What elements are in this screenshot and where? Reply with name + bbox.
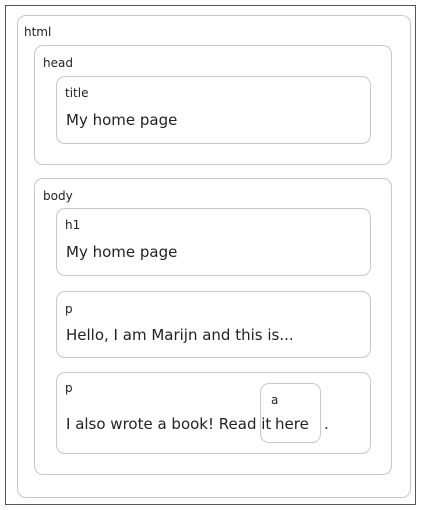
- h1-node-label: h1: [65, 218, 81, 232]
- html-node-label: html: [24, 25, 52, 39]
- p-node-1: p Hello, I am Marijn and this is...: [56, 291, 371, 358]
- a-node-label: a: [271, 393, 279, 407]
- body-node-label: body: [43, 189, 73, 203]
- p-node-2-text: I also wrote a book! Read it: [66, 415, 272, 433]
- p-node-1-label: p: [65, 302, 73, 316]
- p-node-2-label: p: [65, 381, 73, 395]
- p-node-1-text: Hello, I am Marijn and this is...: [66, 326, 294, 344]
- a-node-text: here: [275, 415, 309, 433]
- h1-node: h1 My home page: [56, 208, 371, 276]
- title-node-text: My home page: [66, 111, 178, 129]
- title-node-label: title: [65, 86, 89, 100]
- p-node-2-period: .: [324, 415, 329, 433]
- a-node: a here: [260, 383, 321, 443]
- title-node: title My home page: [56, 76, 371, 144]
- h1-node-text: My home page: [66, 243, 178, 261]
- p-node-2: p I also wrote a book! Read it .: [56, 372, 371, 454]
- head-node-label: head: [43, 56, 73, 70]
